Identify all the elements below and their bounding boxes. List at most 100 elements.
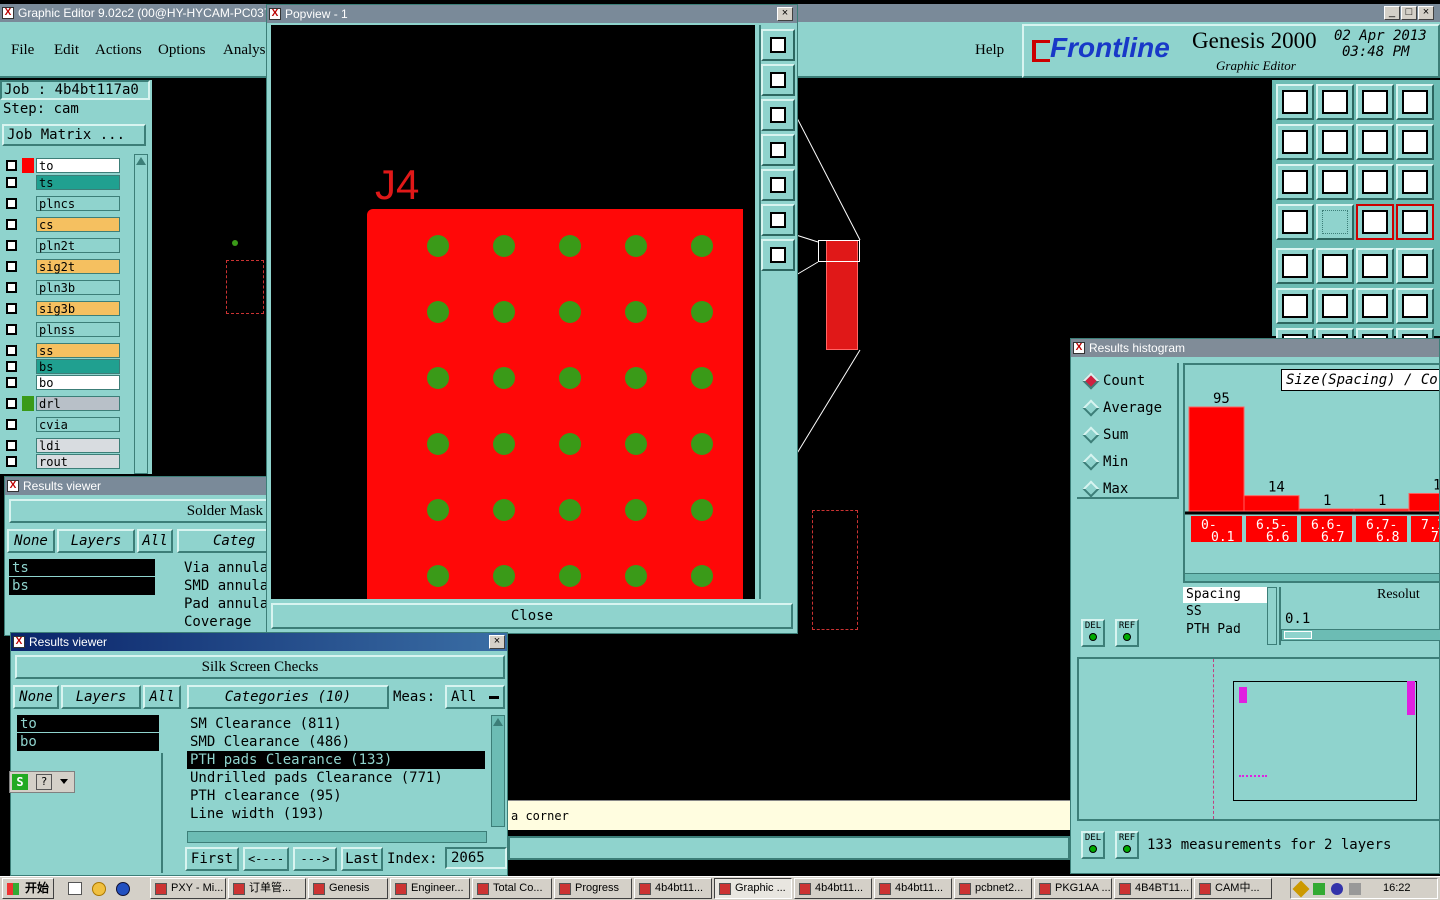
popview-pan-down-icon[interactable] (761, 99, 795, 131)
layer-checkbox[interactable] (6, 456, 17, 467)
results-viewer-solder-title-bar[interactable]: X Results viewer (5, 477, 267, 495)
layer-row-bs[interactable]: bs (2, 359, 120, 374)
radio-icon[interactable] (1082, 453, 1100, 471)
command-bar[interactable] (508, 836, 1070, 860)
slider-thumb[interactable] (1284, 631, 1312, 639)
cross-icon[interactable] (1316, 288, 1354, 324)
layers-b-icon[interactable] (1396, 204, 1434, 240)
menu-edit[interactable]: Edit (54, 42, 79, 59)
meas-select[interactable]: All (445, 685, 505, 709)
list-item[interactable]: SMD annula (181, 577, 273, 595)
ref-button-bottom[interactable]: REF (1115, 831, 1139, 859)
index-input[interactable]: 2065 (445, 847, 507, 869)
layer-row-ss[interactable]: ss (2, 343, 120, 358)
popview-canvas[interactable]: J4 (271, 25, 755, 599)
del-button-bottom[interactable]: DEL (1081, 831, 1105, 859)
layer-row-plncs[interactable]: plncs (2, 196, 120, 211)
layer-row-pln3b[interactable]: pln3b (2, 280, 120, 295)
layer-row-rout[interactable]: rout (2, 454, 120, 469)
pan-up-icon[interactable] (1276, 84, 1314, 120)
taskbar-item[interactable]: 4b4bt11... (874, 878, 952, 899)
xy-icon[interactable] (1396, 84, 1434, 120)
s-icon[interactable]: S (12, 774, 28, 790)
popview-close-icon[interactable]: × (777, 7, 793, 21)
grid-icon[interactable] (1316, 204, 1354, 240)
popview-close-button[interactable]: Close (271, 603, 793, 629)
list-item[interactable]: Coverage (181, 613, 273, 629)
list-item[interactable]: Spacing (1183, 587, 1267, 603)
popview-pan-up-icon[interactable] (761, 64, 795, 96)
radio-icon[interactable] (1082, 399, 1100, 417)
category-item[interactable]: SM Clearance (811) (187, 715, 485, 733)
silk-categories-button[interactable]: Categories (10) (187, 685, 389, 709)
pan-right-icon[interactable] (1316, 124, 1354, 160)
layer-checkbox[interactable] (6, 219, 17, 230)
layer-scrollbar[interactable] (134, 154, 148, 474)
list-item[interactable]: Pad annula (181, 595, 273, 613)
one-to-one-icon[interactable] (1356, 164, 1394, 200)
taskbar-item[interactable]: PXY - Mi... (150, 878, 226, 899)
category-item[interactable]: PTH clearance (95) (187, 787, 485, 805)
pan-left-icon[interactable] (1276, 124, 1314, 160)
pan-down-icon[interactable] (1316, 84, 1354, 120)
layers-a-icon[interactable] (1356, 204, 1394, 240)
layer-checkbox[interactable] (6, 160, 17, 171)
mode-count[interactable]: Count (1077, 371, 1177, 391)
list-item[interactable]: bo (17, 733, 159, 751)
popview-pan-right-icon[interactable] (761, 169, 795, 201)
solder-none-button[interactable]: None (7, 529, 55, 553)
spacing-scrollbar[interactable] (1267, 587, 1277, 645)
layer-checkbox[interactable] (6, 198, 17, 209)
layer-checkbox[interactable] (6, 303, 17, 314)
histogram-hscrollbar[interactable] (1185, 573, 1439, 581)
layer-checkbox[interactable] (6, 377, 17, 388)
tools-icon[interactable] (1276, 204, 1314, 240)
prev-button[interactable]: <---- (243, 847, 289, 871)
taskbar-item[interactable]: Progress (554, 878, 632, 899)
help-icon[interactable] (1396, 164, 1434, 200)
layer-checkbox[interactable] (6, 398, 17, 409)
taskbar-item[interactable]: 4B4BT11... (1114, 878, 1192, 899)
layer-row-sig2t[interactable]: sig2t (2, 259, 120, 274)
layer-checkbox[interactable] (6, 419, 17, 430)
category-item[interactable]: PTH pads Clearance (133) (187, 751, 485, 769)
solder-categories-button[interactable]: Categ (177, 529, 271, 553)
taskbar-item[interactable]: pcbnet2... (954, 878, 1032, 899)
silk-hscrollbar[interactable] (187, 831, 487, 843)
list-item[interactable]: to (17, 715, 159, 733)
taskbar-item[interactable]: 4b4bt11... (634, 878, 712, 899)
undo-zoom-icon[interactable] (1356, 124, 1394, 160)
layer-row-sig3b[interactable]: sig3b (2, 301, 120, 316)
solder-all-button[interactable]: All (137, 529, 173, 553)
maximize-button[interactable]: □ (1401, 6, 1417, 20)
results-viewer-close-icon[interactable]: × (489, 635, 505, 649)
silk-all-button[interactable]: All (143, 685, 181, 709)
layer-row-plnss[interactable]: plnss (2, 322, 120, 337)
del-button-top[interactable]: DEL (1081, 619, 1105, 647)
menu-options[interactable]: Options (158, 42, 206, 59)
zoom-center-icon[interactable] (1316, 164, 1354, 200)
tray-icon-3[interactable] (1331, 883, 1343, 895)
redraw-icon[interactable] (1396, 124, 1434, 160)
menu-analysis[interactable]: Analys (223, 42, 266, 59)
layer-row-pln2t[interactable]: pln2t (2, 238, 120, 253)
zoom-fit-icon[interactable] (1276, 164, 1314, 200)
popview-zoom-window-icon[interactable] (761, 29, 795, 61)
mode-max[interactable]: Max (1077, 479, 1177, 499)
silk-left-scrollbar[interactable] (161, 753, 175, 873)
results-viewer-silk-title-bar[interactable]: X Results viewer × (11, 633, 507, 651)
net-icon[interactable] (1276, 288, 1314, 324)
popview-title-bar[interactable]: X Popview - 1 × (267, 5, 797, 23)
silk-layers-button[interactable]: Layers (61, 685, 141, 709)
measure-icon[interactable] (1316, 248, 1354, 284)
menu-help[interactable]: Help (975, 42, 1004, 59)
help-icon[interactable]: ? (36, 774, 52, 790)
histogram-preview[interactable] (1077, 657, 1440, 821)
ruler-icon[interactable] (1356, 248, 1394, 284)
layer-row-ldi[interactable]: ldi (2, 438, 120, 453)
layer-checkbox[interactable] (6, 240, 17, 251)
silk-none-button[interactable]: None (13, 685, 59, 709)
list-item[interactable]: SS (1183, 603, 1267, 621)
taskbar-item[interactable]: Total Co... (472, 878, 552, 899)
popview-zoom-out-icon[interactable] (761, 239, 795, 271)
